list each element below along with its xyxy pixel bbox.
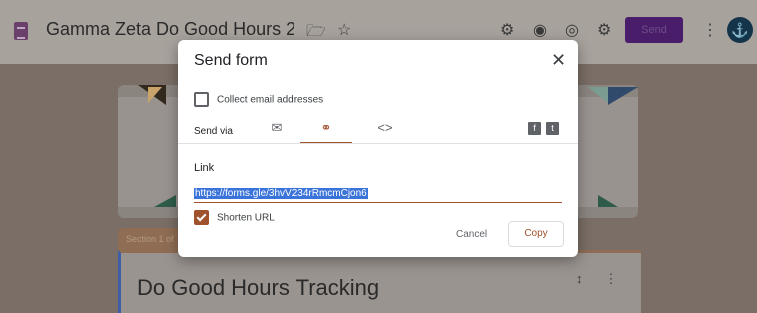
star-icon[interactable]: ☆ bbox=[337, 20, 351, 40]
shorten-url-label: Shorten URL bbox=[217, 212, 275, 224]
decor-shape bbox=[148, 87, 162, 103]
more-vert-icon[interactable]: ⋮ bbox=[702, 20, 718, 40]
form-title[interactable]: Gamma Zeta Do Good Hours 2020-2021 bbox=[46, 19, 294, 40]
code-icon: <> bbox=[377, 120, 393, 135]
collapse-icon[interactable]: ↕ bbox=[576, 271, 605, 286]
shorten-url-checkbox[interactable] bbox=[194, 210, 209, 226]
send-via-row: Send via ✉ ⚭ <> f t bbox=[194, 120, 562, 148]
decor-shape bbox=[608, 87, 638, 105]
decor-shape bbox=[588, 87, 608, 103]
send-form-dialog: Send form ✕ Collect email addresses Send… bbox=[178, 40, 578, 257]
twitter-icon[interactable]: t bbox=[546, 122, 559, 135]
forms-logo-icon bbox=[14, 22, 28, 40]
palette-icon[interactable]: ◉ bbox=[533, 20, 547, 40]
tab-email[interactable]: ✉ bbox=[260, 120, 294, 142]
section-title[interactable]: Do Good Hours Tracking bbox=[137, 275, 379, 301]
mail-icon: ✉ bbox=[271, 120, 283, 135]
tab-link[interactable]: ⚭ bbox=[300, 120, 352, 144]
close-icon[interactable]: ✕ bbox=[551, 50, 566, 71]
facebook-icon[interactable]: f bbox=[528, 122, 541, 135]
section-card[interactable]: Do Good Hours Tracking ↕⋮ bbox=[118, 250, 641, 313]
send-via-label: Send via bbox=[194, 126, 233, 137]
tab-embed[interactable]: <> bbox=[368, 120, 402, 142]
preview-eye-icon[interactable]: ◎ bbox=[565, 20, 579, 40]
collect-email-row[interactable]: Collect email addresses bbox=[194, 91, 323, 109]
cancel-button[interactable]: Cancel bbox=[456, 229, 487, 240]
collect-email-label: Collect email addresses bbox=[217, 94, 324, 106]
link-label: Link bbox=[194, 162, 215, 174]
shorten-url-row[interactable]: Shorten URL bbox=[194, 209, 275, 227]
decor-shape bbox=[132, 195, 176, 207]
addon-puzzle-icon[interactable]: ⚙ bbox=[500, 20, 514, 40]
dialog-title: Send form bbox=[194, 52, 268, 69]
more-vert-icon[interactable]: ⋮ bbox=[605, 271, 640, 286]
send-button[interactable]: Send bbox=[625, 17, 683, 43]
settings-gear-icon[interactable]: ⚙ bbox=[597, 20, 611, 40]
decor-shape bbox=[598, 195, 618, 207]
collect-email-checkbox[interactable] bbox=[194, 92, 209, 108]
link-icon: ⚭ bbox=[320, 120, 332, 135]
divider bbox=[178, 143, 578, 144]
copy-button[interactable]: Copy bbox=[508, 221, 564, 247]
url-value[interactable]: https://forms.gle/3hvV234rRmcmCjon6 bbox=[194, 188, 368, 199]
avatar[interactable]: ⚓ bbox=[727, 17, 753, 43]
